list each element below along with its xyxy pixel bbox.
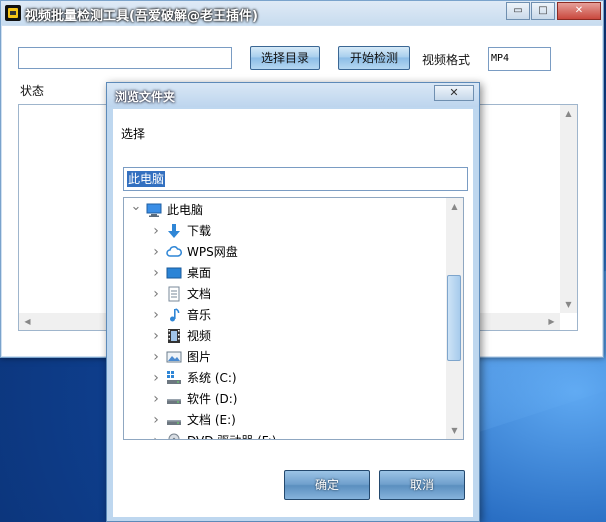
- chevron-right-icon[interactable]: ›: [150, 284, 162, 305]
- video-format-input[interactable]: MP4: [488, 47, 551, 71]
- main-title-bar[interactable]: 视频批量检测工具(吾爱破解@老王插件) ▭ □ ✕: [1, 1, 603, 25]
- tree-item-label: 文档: [187, 287, 212, 301]
- tree-item-label: DVD 驱动器 (F:): [187, 431, 277, 439]
- scroll-up-arrow-icon[interactable]: ▲: [446, 198, 463, 215]
- scroll-left-arrow-icon[interactable]: ◀: [19, 313, 36, 330]
- chevron-right-icon[interactable]: ›: [150, 263, 162, 284]
- picture-icon: [166, 349, 182, 365]
- chevron-right-icon[interactable]: ›: [150, 410, 162, 431]
- chevron-right-icon[interactable]: ›: [150, 326, 162, 347]
- status-list-vertical-scrollbar[interactable]: ▲ ▼: [560, 105, 577, 313]
- tree-item-label: 系统 (C:): [187, 371, 237, 385]
- tree-item-label: 图片: [187, 350, 212, 364]
- tree-item[interactable]: ⌄ 此电脑: [124, 198, 446, 221]
- tree-item[interactable]: › 软件 (D:): [124, 389, 446, 410]
- drive-icon: [166, 391, 182, 407]
- windows-drive-icon: [166, 370, 182, 386]
- maximize-button[interactable]: □: [531, 2, 555, 20]
- chevron-right-icon[interactable]: ›: [150, 305, 162, 326]
- tree-item-label: 软件 (D:): [187, 392, 238, 406]
- folder-tree[interactable]: ⌄ 此电脑 › 下载 › WPS网盘 › 桌面 › 文档 › 音乐 › 视频 › 图片 › 系统 (C:) › 软件 …: [123, 197, 464, 440]
- main-window-title: 视频批量检测工具(吾爱破解@老王插件): [25, 9, 258, 24]
- minimize-icon: ▭: [513, 5, 523, 16]
- tree-item[interactable]: › WPS网盘: [124, 242, 446, 263]
- video-format-label: 视频格式: [422, 53, 471, 67]
- tree-item-label: WPS网盘: [187, 245, 238, 259]
- drive-icon: [166, 412, 182, 428]
- directory-path-input[interactable]: [18, 47, 232, 69]
- close-button[interactable]: ✕: [557, 2, 601, 20]
- chevron-right-icon[interactable]: ›: [150, 221, 162, 242]
- dialog-prompt: 选择: [121, 127, 146, 141]
- tree-item[interactable]: › 视频: [124, 326, 446, 347]
- chevron-right-icon[interactable]: ›: [150, 242, 162, 263]
- tree-item[interactable]: › DVD 驱动器 (F:): [124, 431, 446, 439]
- maximize-icon: □: [538, 5, 548, 16]
- desktop-icon: [166, 265, 182, 281]
- tree-item[interactable]: › 图片: [124, 347, 446, 368]
- dialog-title-bar[interactable]: 浏览文件夹 ✕: [107, 83, 479, 107]
- film-icon: [166, 328, 182, 344]
- chevron-down-icon[interactable]: ⌄: [130, 198, 142, 217]
- computer-icon: [146, 202, 162, 218]
- browse-folder-dialog: 浏览文件夹 ✕ 选择 此电脑 ⌄ 此电脑 › 下载 › WPS网盘 › 桌面 › 文档 › 音乐 › 视频…: [106, 82, 480, 522]
- chevron-right-icon[interactable]: ›: [150, 431, 162, 439]
- folder-tree-scrollbar[interactable]: ▲ ▼: [446, 198, 463, 439]
- document-icon: [166, 286, 182, 302]
- tree-item-label: 此电脑: [167, 203, 204, 217]
- ok-button[interactable]: 确定: [284, 470, 370, 500]
- download-arrow-icon: [166, 223, 182, 239]
- scrollbar-thumb[interactable]: [447, 275, 461, 361]
- chevron-right-icon[interactable]: ›: [150, 389, 162, 410]
- minimize-button[interactable]: ▭: [506, 2, 530, 20]
- cloud-icon: [166, 244, 182, 260]
- status-label: 状态: [20, 84, 45, 98]
- close-icon: ✕: [574, 5, 584, 16]
- tree-item[interactable]: › 文档: [124, 284, 446, 305]
- close-icon: ✕: [449, 86, 459, 99]
- tree-item[interactable]: › 文档 (E:): [124, 410, 446, 431]
- tree-item[interactable]: › 下载: [124, 221, 446, 242]
- tree-item-label: 下载: [187, 224, 212, 238]
- chevron-right-icon[interactable]: ›: [150, 368, 162, 389]
- tree-item-label: 音乐: [187, 308, 212, 322]
- tree-item[interactable]: › 音乐: [124, 305, 446, 326]
- selected-folder-input[interactable]: 此电脑: [123, 167, 468, 191]
- dvd-drive-icon: [166, 433, 182, 439]
- start-detection-button[interactable]: 开始检测: [338, 46, 410, 70]
- tree-item-label: 文档 (E:): [187, 413, 236, 427]
- scroll-up-arrow-icon[interactable]: ▲: [560, 105, 577, 122]
- cancel-button[interactable]: 取消: [379, 470, 465, 500]
- tree-item[interactable]: › 桌面: [124, 263, 446, 284]
- chevron-right-icon[interactable]: ›: [150, 347, 162, 368]
- scroll-right-arrow-icon[interactable]: ▶: [543, 313, 560, 330]
- tree-item-label: 视频: [187, 329, 212, 343]
- scroll-down-arrow-icon[interactable]: ▼: [446, 422, 463, 439]
- scroll-down-arrow-icon[interactable]: ▼: [560, 296, 577, 313]
- dialog-title: 浏览文件夹: [115, 90, 176, 104]
- dialog-close-button[interactable]: ✕: [434, 85, 474, 101]
- music-note-icon: [166, 307, 182, 323]
- selected-folder-text: 此电脑: [127, 171, 166, 187]
- select-directory-button[interactable]: 选择目录: [250, 46, 320, 70]
- app-icon: [5, 5, 21, 21]
- tree-item-label: 桌面: [187, 266, 212, 280]
- tree-item[interactable]: › 系统 (C:): [124, 368, 446, 389]
